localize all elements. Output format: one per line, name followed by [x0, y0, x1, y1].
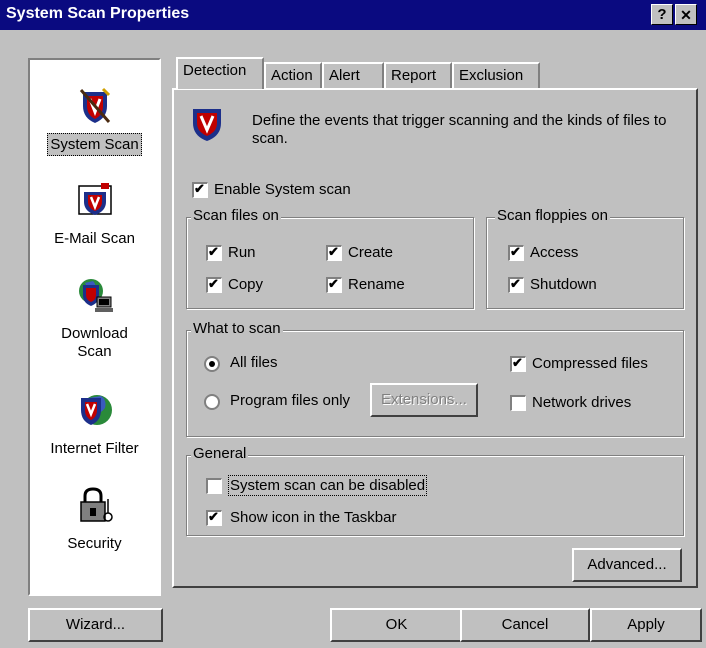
network-drives-label: Network drives — [532, 394, 632, 411]
sidebar-item-system-scan[interactable]: System Scan — [30, 86, 159, 156]
group-title: Scan files on — [191, 207, 281, 224]
close-button[interactable]: ✕ — [675, 4, 697, 25]
all-files-radio[interactable] — [204, 356, 220, 372]
sidebar-item-label: Security — [67, 535, 122, 552]
rename-checkbox[interactable]: ✔ — [326, 276, 342, 293]
copy-checkbox[interactable]: ✔ — [206, 276, 222, 293]
system-scan-can-be-disabled-label: System scan can be disabled — [227, 475, 428, 496]
apply-button[interactable]: Apply — [590, 608, 702, 642]
window-title: System Scan Properties — [6, 5, 190, 22]
system-scan-icon — [79, 87, 110, 123]
system-scan-can-be-disabled-checkbox[interactable] — [206, 478, 222, 494]
program-files-only-radio[interactable] — [204, 394, 220, 410]
extensions-button[interactable]: Extensions... — [370, 383, 478, 417]
sidebar: System Scan E-Mail Scan Download Scan In… — [28, 58, 161, 596]
tab-exclusion[interactable]: Exclusion — [452, 62, 540, 88]
scan-files-on-group: Scan files on — [186, 207, 474, 309]
show-taskbar-icon-label: Show icon in the Taskbar — [230, 509, 397, 526]
shield-icon — [193, 109, 221, 141]
create-checkbox[interactable]: ✔ — [326, 244, 342, 261]
scan-floppies-on-group: Scan floppies on — [486, 207, 684, 309]
internet-filter-icon — [80, 395, 112, 425]
detection-panel: Define the events that trigger scanning … — [172, 88, 698, 588]
sidebar-item-security[interactable]: Security — [30, 485, 159, 553]
access-checkbox[interactable]: ✔ — [508, 244, 524, 261]
properties-window: System Scan Properties ? ✕ System Scan E… — [0, 0, 706, 648]
tab-alert[interactable]: Alert — [322, 62, 384, 88]
network-drives-checkbox[interactable] — [510, 395, 526, 411]
help-button[interactable]: ? — [651, 4, 673, 25]
create-label: Create — [348, 244, 394, 261]
advanced-button[interactable]: Advanced... — [572, 548, 682, 582]
show-taskbar-icon-checkbox[interactable]: ✔ — [206, 509, 222, 526]
shutdown-label: Shutdown — [530, 276, 597, 293]
program-files-only-label: Program files only — [230, 392, 351, 409]
sidebar-item-download-scan[interactable]: Download Scan — [30, 275, 159, 361]
cancel-button[interactable]: Cancel — [460, 608, 590, 642]
email-scan-icon — [77, 183, 112, 215]
sidebar-item-internet-filter[interactable]: Internet Filter — [30, 390, 159, 458]
wizard-button[interactable]: Wizard... — [28, 608, 163, 642]
sidebar-item-email-scan[interactable]: E-Mail Scan — [30, 180, 159, 248]
compressed-files-checkbox[interactable]: ✔ — [510, 355, 526, 372]
rename-label: Rename — [348, 276, 405, 293]
run-checkbox[interactable]: ✔ — [206, 244, 222, 261]
tab-report[interactable]: Report — [384, 62, 452, 88]
enable-system-scan-checkbox[interactable]: ✔ — [192, 181, 208, 198]
download-scan-icon — [78, 279, 113, 312]
all-files-label: All files — [230, 354, 278, 371]
sidebar-item-label: System Scan — [47, 133, 142, 156]
sidebar-item-label: Internet Filter — [50, 440, 139, 457]
ok-button[interactable]: OK — [330, 608, 463, 642]
compressed-files-label: Compressed files — [532, 355, 648, 372]
group-title: What to scan — [191, 320, 283, 337]
sidebar-item-label: Download Scan — [61, 325, 128, 360]
title-bar[interactable]: System Scan Properties ? ✕ — [0, 0, 706, 30]
padlock-icon — [79, 487, 113, 522]
enable-system-scan-label: Enable System scan — [214, 181, 351, 198]
group-title: Scan floppies on — [495, 207, 610, 224]
shutdown-checkbox[interactable]: ✔ — [508, 276, 524, 293]
copy-label: Copy — [228, 276, 264, 293]
tab-action[interactable]: Action — [264, 62, 322, 88]
description-text: Define the events that trigger scanning … — [252, 112, 667, 147]
tab-detection[interactable]: Detection — [176, 57, 264, 89]
run-label: Run — [228, 244, 256, 261]
access-label: Access — [530, 244, 579, 261]
sidebar-item-label: E-Mail Scan — [54, 230, 135, 247]
group-title: General — [191, 445, 249, 462]
